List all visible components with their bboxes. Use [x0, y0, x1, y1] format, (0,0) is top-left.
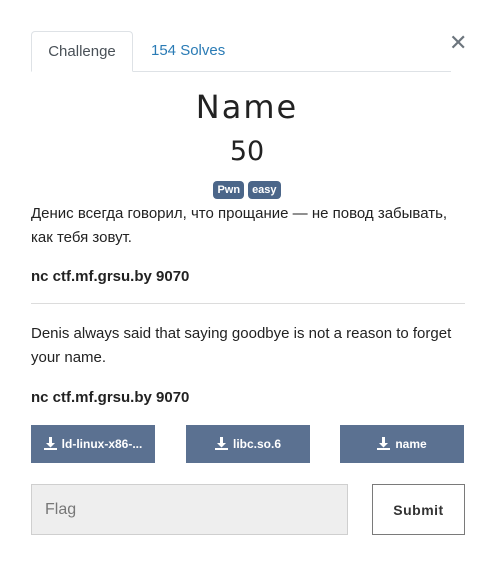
tag-list: Pwn easy [0, 181, 494, 199]
connection-command: nc ctf.mf.grsu.by 9070 [31, 268, 190, 285]
description-russian: Денис всегда говорил, что прощание — не … [31, 205, 448, 246]
file-name: libc.so.6 [232, 437, 282, 451]
tab-solves[interactable]: 154 Solves [135, 31, 241, 71]
download-file-button[interactable]: name [340, 425, 464, 463]
challenge-tabs: Challenge 154 Solves [31, 31, 451, 72]
submit-button[interactable]: Submit [372, 484, 465, 535]
description-english: Denis always said that saying goodbye is… [31, 325, 452, 366]
tab-challenge[interactable]: Challenge [31, 31, 133, 72]
download-file-button[interactable]: libc.so.6 [186, 425, 310, 463]
divider [31, 303, 465, 304]
tag-badge: easy [248, 181, 281, 199]
challenge-points: 50 [229, 136, 265, 167]
challenge-name: Name [195, 88, 299, 126]
close-icon[interactable]: ✕ [449, 32, 467, 54]
tag-badge: Pwn [213, 181, 245, 199]
download-icon [377, 437, 391, 450]
file-name: name [395, 437, 427, 451]
download-icon [43, 437, 57, 450]
connection-command: nc ctf.mf.grsu.by 9070 [31, 389, 190, 406]
file-name: ld-linux-x86-... [61, 437, 143, 451]
download-file-button[interactable]: ld-linux-x86-... [31, 425, 155, 463]
download-icon [214, 437, 228, 450]
flag-input[interactable] [31, 484, 348, 535]
